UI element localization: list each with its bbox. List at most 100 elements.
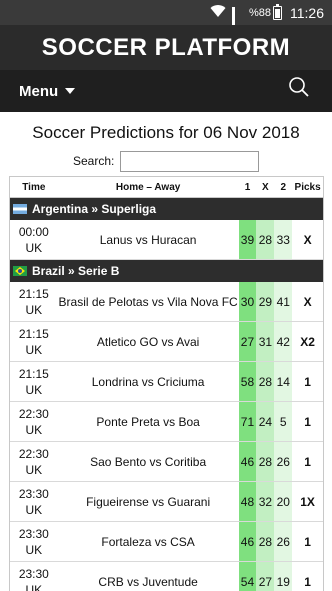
match-time-cell: 23:30 UK (10, 522, 58, 561)
search-input[interactable] (120, 151, 259, 172)
prob-home: 30 (238, 282, 257, 321)
prob-away: 26 (274, 522, 293, 561)
search-icon[interactable] (288, 76, 310, 98)
prob-home: 46 (238, 442, 257, 481)
table-row[interactable]: 23:30 UK CRB vs Juventude 54 27 19 1 (10, 562, 323, 591)
match-time: 21:15 (18, 286, 49, 301)
header-two[interactable]: 2 (274, 177, 292, 197)
match-teams[interactable]: Figueirense vs Guarani (58, 482, 239, 521)
prob-away: 20 (274, 482, 293, 521)
prob-home: 71 (238, 402, 257, 441)
table-row[interactable]: 23:30 UK Fortaleza vs CSA 46 28 26 1 (10, 522, 323, 562)
match-time-cell: 23:30 UK (10, 562, 58, 591)
match-pick: X (303, 294, 312, 309)
site-header: SOCCER PLATFORM (0, 25, 332, 70)
prob-away: 14 (274, 362, 293, 401)
prob-draw: 28 (256, 522, 275, 561)
match-teams[interactable]: Fortaleza vs CSA (58, 522, 239, 561)
match-teams[interactable]: CRB vs Juventude (58, 562, 239, 591)
match-time-cell: 23:30 UK (10, 482, 58, 521)
league-name: Argentina » Superliga (32, 202, 157, 216)
prob-draw: 27 (256, 562, 275, 591)
table-row[interactable]: 21:15 UK Atletico GO vs Avai 27 31 42 X2 (10, 322, 323, 362)
match-teams[interactable]: Sao Bento vs Coritiba (58, 442, 239, 481)
match-pick: 1X (300, 494, 315, 509)
prob-home: 27 (238, 322, 257, 361)
status-bar: %88 11:26 (0, 0, 332, 37)
match-timezone: UK (25, 462, 43, 477)
match-timezone: UK (25, 382, 43, 397)
match-timezone: UK (25, 582, 43, 591)
header-draw[interactable]: X (256, 177, 274, 197)
wifi-icon (210, 5, 226, 20)
match-timezone: UK (25, 302, 43, 317)
match-teams[interactable]: Lanus vs Huracan (58, 220, 239, 259)
match-time: 22:30 (18, 446, 49, 461)
prob-away: 33 (274, 220, 293, 259)
match-time: 23:30 (18, 526, 49, 541)
prob-away: 41 (274, 282, 293, 321)
battery-percent: %88 (248, 6, 271, 19)
table-row[interactable]: 21:15 UK Londrina vs Criciuma 58 28 14 1 (10, 362, 323, 402)
prob-away: 42 (274, 322, 293, 361)
match-timezone: UK (25, 342, 43, 357)
menu-label: Menu (19, 82, 59, 100)
match-teams[interactable]: Ponte Preta vs Boa (58, 402, 239, 441)
table-row[interactable]: 00:00 UK Lanus vs Huracan 39 28 33 X (10, 220, 323, 260)
header-one[interactable]: 1 (239, 177, 257, 197)
prob-draw: 29 (256, 282, 275, 321)
table-row[interactable]: 23:30 UK Figueirense vs Guarani 48 32 20… (10, 482, 323, 522)
caret-down-icon (65, 88, 76, 94)
match-teams[interactable]: Londrina vs Criciuma (58, 362, 239, 401)
nav-bar: Menu (0, 70, 332, 112)
league-row-brazil[interactable]: Brazil » Serie B (10, 260, 323, 282)
match-pick: X (303, 232, 312, 247)
prob-home: 54 (238, 562, 257, 591)
match-pick: 1 (304, 534, 311, 549)
match-time: 23:30 (18, 566, 49, 581)
match-pick: 1 (304, 574, 311, 589)
match-time-cell: 00:00 UK (10, 220, 58, 259)
prob-home: 58 (238, 362, 257, 401)
prob-draw: 31 (256, 322, 275, 361)
prob-away: 26 (274, 442, 293, 481)
match-time-cell: 21:15 UK (10, 362, 58, 401)
match-teams[interactable]: Atletico GO vs Avai (58, 322, 239, 361)
clock: 11:26 (290, 4, 324, 21)
match-time: 23:30 (18, 486, 49, 501)
prob-draw: 28 (256, 220, 275, 259)
table-row[interactable]: 22:30 UK Ponte Preta vs Boa 71 24 5 1 (10, 402, 323, 442)
prob-draw: 32 (256, 482, 275, 521)
prob-home: 39 (238, 220, 257, 259)
prob-draw: 28 (256, 442, 275, 481)
table-row[interactable]: 21:15 UK Brasil de Pelotas vs Vila Nova … (10, 282, 323, 322)
header-match[interactable]: Home – Away (58, 177, 239, 197)
match-pick: 1 (304, 374, 311, 389)
match-pick: X2 (300, 334, 315, 349)
match-timezone: UK (25, 502, 43, 517)
match-time: 21:15 (18, 326, 49, 341)
page-title: Soccer Predictions for 06 Nov 2018 (32, 123, 300, 142)
prob-home: 48 (238, 482, 257, 521)
prob-draw: 24 (256, 402, 275, 441)
signal-icon (231, 6, 246, 37)
match-time-cell: 22:30 UK (10, 402, 58, 441)
table-row[interactable]: 22:30 UK Sao Bento vs Coritiba 46 28 26 … (10, 442, 323, 482)
match-timezone: UK (25, 240, 43, 255)
menu-button[interactable]: Menu (19, 82, 76, 100)
match-time: 21:15 (18, 366, 49, 381)
header-time[interactable]: Time (10, 177, 58, 197)
battery-icon (273, 3, 282, 20)
match-pick: 1 (304, 414, 311, 429)
match-time: 22:30 (18, 406, 49, 421)
predictions-table: Time Home – Away 1 X 2 Picks Argentina »… (9, 176, 324, 591)
match-teams[interactable]: Brasil de Pelotas vs Vila Nova FC (58, 282, 239, 321)
match-time: 00:00 (18, 224, 49, 239)
site-title[interactable]: SOCCER PLATFORM (42, 34, 290, 62)
match-time-cell: 21:15 UK (10, 322, 58, 361)
header-picks[interactable]: Picks (292, 177, 323, 197)
argentina-flag-icon (13, 204, 27, 214)
prob-home: 46 (238, 522, 257, 561)
league-row-argentina[interactable]: Argentina » Superliga (10, 198, 323, 220)
search-row: Search: (0, 151, 332, 173)
